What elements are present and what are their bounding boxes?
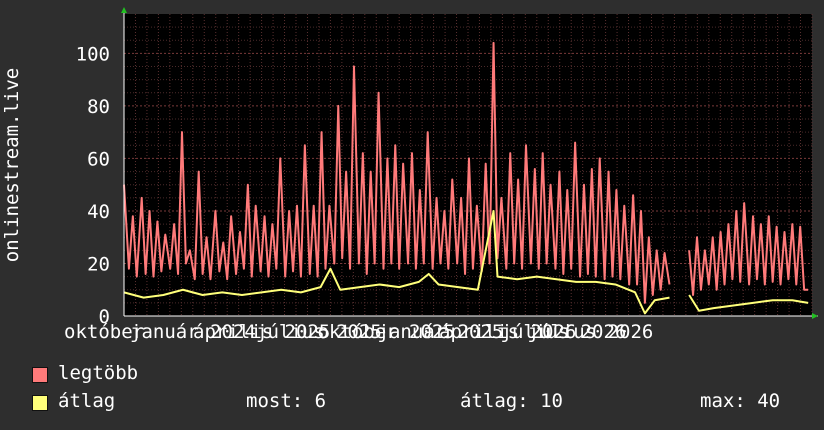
y-tick-label: 100 [76, 43, 110, 65]
legend-item-max: legtöbb [30, 362, 810, 390]
legend-swatch-avg [32, 395, 48, 411]
stat-max: max: 40 [700, 390, 781, 412]
legend-item-avg: átlag most: 6 átlag: 10 max: 40 [30, 390, 810, 418]
y-tick-label: 60 [87, 148, 110, 170]
legend-label-avg: átlag [58, 390, 116, 412]
x-tick-labels: októberjanuár 2024április 2025július 202… [64, 321, 653, 343]
stat-average: átlag: 10 [460, 390, 563, 412]
y-tick-label: 20 [87, 253, 110, 275]
x-tick-label: július 2026 [528, 321, 654, 343]
y-axis-arrow [121, 7, 127, 13]
y-tick-label: 80 [87, 96, 110, 118]
y-tick-labels: 020406080100 [76, 43, 110, 328]
legend: legtöbb átlag most: 6 átlag: 10 max: 40 [30, 362, 810, 418]
legend-swatch-max [32, 367, 48, 383]
legend-label-max: legtöbb [58, 362, 139, 384]
stat-now: most: 6 [246, 390, 327, 412]
y-tick-label: 40 [87, 201, 110, 223]
y-axis-title: onlinestream.live [1, 68, 23, 262]
x-axis-arrow [812, 313, 818, 319]
